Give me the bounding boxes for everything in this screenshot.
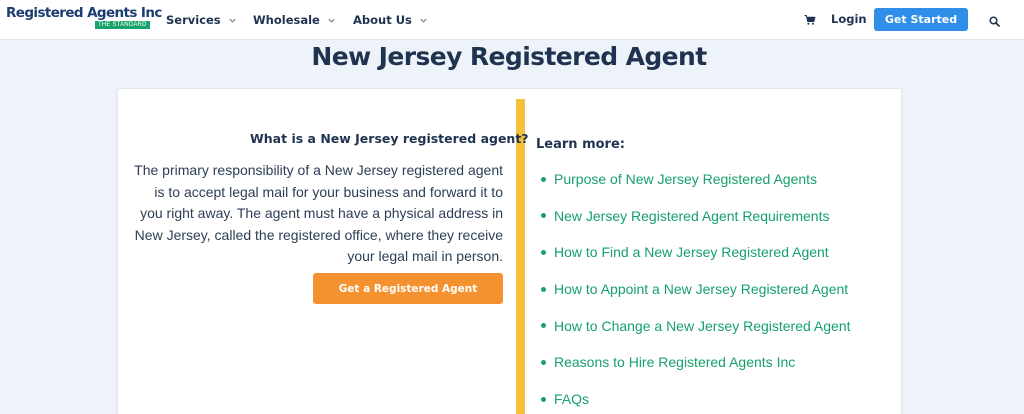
- link-requirements[interactable]: New Jersey Registered Agent Requirements: [541, 208, 851, 245]
- top-header: Registered Agents Inc THE STANDARD Servi…: [0, 0, 1024, 40]
- cart-icon[interactable]: [804, 13, 816, 25]
- section-divider: [516, 99, 525, 414]
- nav-wholesale-label: Wholesale: [253, 13, 320, 27]
- link-reasons-to-hire[interactable]: Reasons to Hire Registered Agents Inc: [541, 354, 851, 391]
- link-faqs[interactable]: FAQs: [541, 391, 851, 414]
- search-icon[interactable]: [989, 14, 1000, 27]
- link-how-to-change[interactable]: How to Change a New Jersey Registered Ag…: [541, 318, 851, 355]
- chevron-down-icon: [229, 17, 236, 24]
- learn-more-heading: Learn more:: [536, 137, 625, 152]
- nav-about-us[interactable]: About Us: [353, 12, 427, 28]
- logo-tagline: THE STANDARD: [95, 21, 150, 29]
- chevron-down-icon: [328, 17, 335, 24]
- learn-more-list: Purpose of New Jersey Registered Agents …: [541, 171, 851, 414]
- nav-wholesale[interactable]: Wholesale: [253, 12, 335, 28]
- link-purpose[interactable]: Purpose of New Jersey Registered Agents: [541, 171, 851, 208]
- link-how-to-find[interactable]: How to Find a New Jersey Registered Agen…: [541, 244, 851, 281]
- page-title: New Jersey Registered Agent: [311, 42, 707, 71]
- login-link[interactable]: Login: [831, 12, 867, 26]
- nav-services[interactable]: Services: [166, 12, 236, 28]
- chevron-down-icon: [420, 17, 427, 24]
- definition-paragraph: The primary responsibility of a New Jers…: [134, 162, 503, 264]
- get-registered-agent-button[interactable]: Get a Registered Agent: [313, 273, 503, 304]
- definition-heading: What is a New Jersey registered agent?: [250, 131, 529, 146]
- logo-name: Registered Agents Inc: [6, 5, 162, 21]
- registered-agents-logo[interactable]: Registered Agents Inc THE STANDARD: [6, 5, 162, 33]
- get-started-button[interactable]: Get Started: [874, 8, 968, 31]
- nav-services-label: Services: [166, 13, 221, 27]
- link-how-to-appoint[interactable]: How to Appoint a New Jersey Registered A…: [541, 281, 851, 318]
- nav-about-us-label: About Us: [353, 13, 412, 27]
